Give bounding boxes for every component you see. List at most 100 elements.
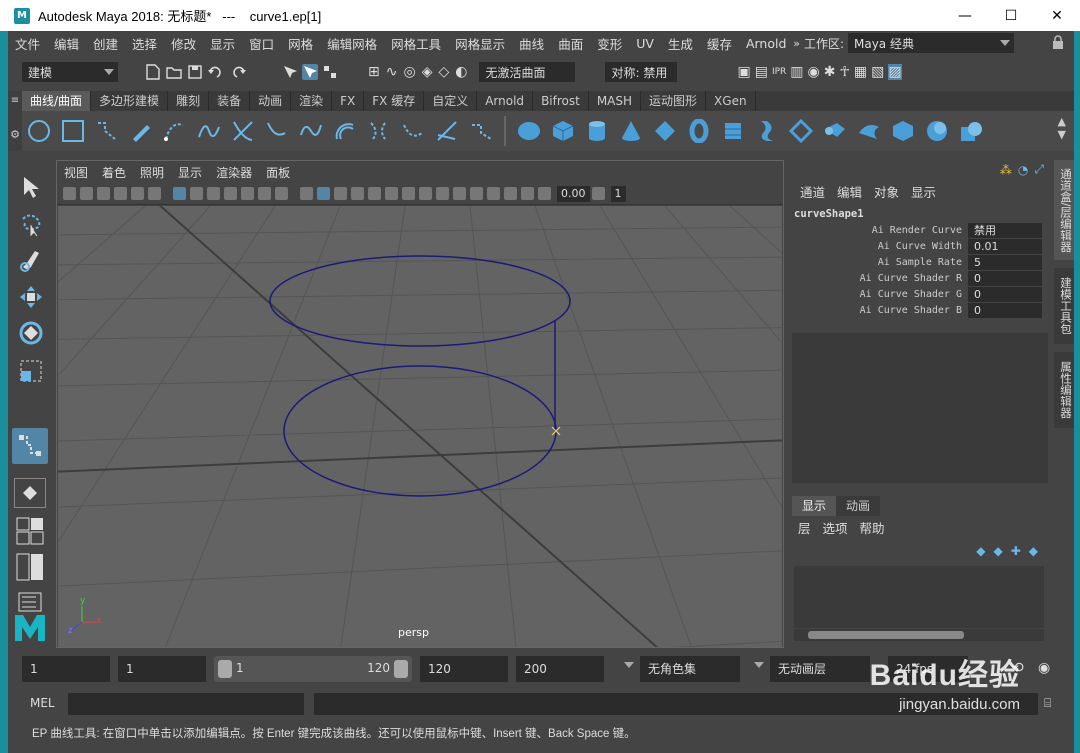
select-tool-icon[interactable] bbox=[16, 172, 46, 202]
tab-arnold[interactable]: Arnold bbox=[477, 91, 534, 111]
square-surface-icon[interactable] bbox=[957, 117, 985, 145]
maximize-button[interactable]: ☐ bbox=[988, 0, 1034, 31]
boundary-icon[interactable] bbox=[923, 117, 951, 145]
undo-icon[interactable] bbox=[208, 64, 224, 80]
menu-display[interactable]: 显示 bbox=[203, 34, 242, 53]
snap-view-plane-icon[interactable]: ◇ bbox=[438, 64, 449, 80]
viewport-canvas[interactable]: x y z persp bbox=[58, 206, 782, 647]
cb-menu-show[interactable]: 显示 bbox=[905, 182, 942, 201]
cb-menu-channels[interactable]: 通道 bbox=[794, 182, 831, 201]
paint-select-tool-icon[interactable] bbox=[16, 246, 46, 276]
planar-icon[interactable] bbox=[787, 117, 815, 145]
render-frame-icon[interactable]: ▤ bbox=[755, 64, 768, 80]
2d-pan-zoom-icon[interactable] bbox=[131, 187, 144, 200]
viewport-menu-shading[interactable]: 着色 bbox=[95, 164, 133, 181]
playback-end-field[interactable]: 120 bbox=[420, 656, 508, 682]
playback-start-field[interactable]: 1 bbox=[118, 656, 206, 682]
birail-icon[interactable] bbox=[855, 117, 883, 145]
auto-key-icon[interactable]: ◉ bbox=[1038, 660, 1050, 676]
rotate-tool-icon[interactable] bbox=[16, 318, 46, 348]
four-view-layout-icon[interactable] bbox=[14, 516, 46, 546]
menu-deform[interactable]: 变形 bbox=[590, 34, 629, 53]
snap-curve-icon[interactable]: ∿ bbox=[386, 64, 398, 80]
layer-menu-options[interactable]: 选项 bbox=[817, 518, 854, 537]
loft-icon[interactable] bbox=[753, 117, 781, 145]
render-settings-icon[interactable]: ▥ bbox=[790, 64, 803, 80]
scale-tool-icon[interactable] bbox=[16, 356, 46, 386]
nurbs-square-icon[interactable] bbox=[59, 117, 87, 145]
minimize-button[interactable]: — bbox=[942, 0, 988, 31]
modeling-toolkit-icon[interactable]: ✱ bbox=[824, 64, 836, 80]
redo-icon[interactable] bbox=[230, 64, 246, 80]
side-tab-channel-box[interactable]: 通道盒/层编辑器 bbox=[1054, 160, 1074, 260]
move-tool-icon[interactable] bbox=[16, 282, 46, 312]
layer-menu-layers[interactable]: 层 bbox=[792, 518, 817, 537]
tab-bifrost[interactable]: Bifrost bbox=[533, 91, 589, 111]
lasso-tool-icon[interactable] bbox=[16, 210, 46, 240]
nurbs-cylinder-icon[interactable] bbox=[583, 117, 611, 145]
open-scene-icon[interactable] bbox=[166, 64, 182, 80]
menu-select[interactable]: 选择 bbox=[125, 34, 164, 53]
menu-create[interactable]: 创建 bbox=[86, 34, 125, 53]
new-layer-icon[interactable]: ✚ bbox=[1011, 544, 1021, 558]
scrollbar-thumb[interactable] bbox=[808, 631, 964, 639]
tab-custom[interactable]: 自定义 bbox=[424, 91, 478, 111]
ambient-occlusion-icon[interactable] bbox=[402, 187, 415, 200]
shadows-icon[interactable] bbox=[385, 187, 398, 200]
tab-poly-modeling[interactable]: 多边形建模 bbox=[91, 91, 169, 111]
cb-menu-object[interactable]: 对象 bbox=[868, 182, 905, 201]
attr-value[interactable]: 0 bbox=[968, 286, 1042, 302]
attach-curves-icon[interactable] bbox=[365, 117, 393, 145]
lock-icon[interactable] bbox=[1052, 35, 1064, 50]
menu-edit[interactable]: 编辑 bbox=[47, 34, 86, 53]
select-object-icon[interactable] bbox=[302, 64, 318, 80]
anti-aliasing-icon[interactable] bbox=[436, 187, 449, 200]
exposure-field[interactable]: 0.00 bbox=[557, 185, 590, 202]
shelf-settings-icon[interactable]: ⚙ bbox=[8, 128, 22, 141]
shelf-scroll-icon[interactable]: ▲ ▼ bbox=[1058, 115, 1066, 141]
attr-value[interactable]: 禁用 bbox=[968, 222, 1042, 238]
menu-surfaces[interactable]: 曲面 bbox=[551, 34, 590, 53]
tab-xgen[interactable]: XGen bbox=[706, 91, 756, 111]
ep-curve-tool-icon[interactable] bbox=[161, 117, 189, 145]
wireframe-icon[interactable] bbox=[300, 187, 313, 200]
attr-row[interactable]: Ai Render Curve 禁用 bbox=[788, 222, 1046, 238]
gamma-icon[interactable] bbox=[591, 187, 605, 200]
xray-icon[interactable] bbox=[487, 187, 500, 200]
isolate-select-icon[interactable] bbox=[470, 187, 483, 200]
bookmark-icon[interactable] bbox=[97, 187, 110, 200]
channel-box-expand-icon[interactable]: ⤢ bbox=[1034, 162, 1044, 177]
resolution-gate-icon[interactable] bbox=[207, 187, 220, 200]
attr-value[interactable]: 5 bbox=[968, 254, 1042, 270]
shelf-menu-handle[interactable]: ≡ ⚙ bbox=[8, 91, 22, 151]
shelf-menu-icon[interactable]: ≡ bbox=[8, 95, 22, 106]
use-all-lights-icon[interactable] bbox=[368, 187, 381, 200]
attr-row[interactable]: Ai Curve Width 0.01 bbox=[788, 238, 1046, 254]
menu-mesh[interactable]: 网格 bbox=[281, 34, 320, 53]
attr-row[interactable]: Ai Curve Shader R 0 bbox=[788, 270, 1046, 286]
camera-select-icon[interactable] bbox=[63, 187, 76, 200]
extrude-icon[interactable] bbox=[821, 117, 849, 145]
tab-display-layers[interactable]: 显示 bbox=[792, 496, 837, 516]
grid-toggle-icon[interactable] bbox=[173, 187, 186, 200]
gamma-field[interactable]: 1 bbox=[610, 185, 626, 202]
snap-point-icon[interactable]: ◎ bbox=[403, 64, 415, 80]
menu-mesh-tools[interactable]: 网格工具 bbox=[384, 34, 448, 53]
side-tab-modeling-toolkit[interactable]: 建模工具包 bbox=[1054, 268, 1074, 344]
attr-row[interactable]: Ai Sample Rate 5 bbox=[788, 254, 1046, 270]
cb-menu-edit[interactable]: 编辑 bbox=[831, 182, 868, 201]
viewport-menu-panels[interactable]: 面板 bbox=[259, 164, 297, 181]
range-end-handle[interactable] bbox=[394, 660, 408, 678]
layer-menu-help[interactable]: 帮助 bbox=[854, 518, 891, 537]
detach-curves-icon[interactable] bbox=[399, 117, 427, 145]
wireframe-on-shaded-icon[interactable] bbox=[334, 187, 347, 200]
mel-input[interactable] bbox=[68, 693, 304, 715]
nurbs-plane-icon[interactable] bbox=[651, 117, 679, 145]
attr-value[interactable]: 0 bbox=[968, 302, 1042, 318]
tab-animation[interactable]: 动画 bbox=[250, 91, 292, 111]
save-scene-icon[interactable] bbox=[188, 64, 202, 80]
hypershade-icon[interactable]: ◉ bbox=[808, 64, 820, 80]
curve-intersect-icon[interactable] bbox=[229, 117, 257, 145]
grease-pencil-icon[interactable] bbox=[148, 187, 161, 200]
menu-file[interactable]: 文件 bbox=[8, 34, 47, 53]
